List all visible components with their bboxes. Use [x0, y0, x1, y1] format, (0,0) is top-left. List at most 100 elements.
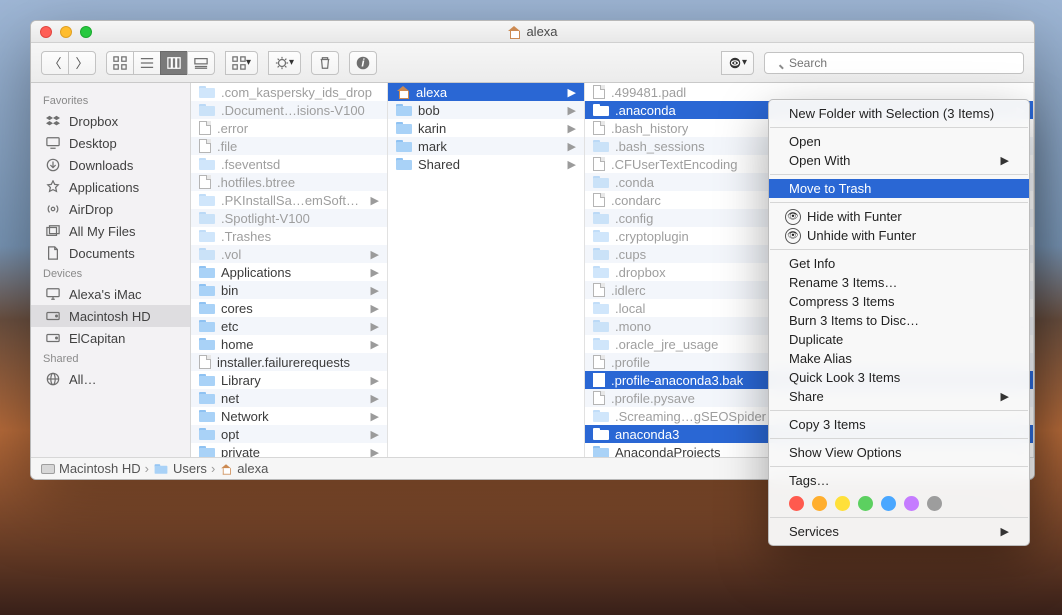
tag-color[interactable] [858, 496, 873, 511]
sidebar-item-all-my-files[interactable]: All My Files [31, 220, 190, 242]
search-input[interactable] [764, 52, 1024, 74]
menu-item-unhide-with-funter[interactable]: 👁Unhide with Funter [769, 226, 1029, 245]
file-icon [593, 373, 605, 387]
traffic-lights [40, 26, 92, 38]
funter-button[interactable]: ▾ [721, 51, 754, 75]
arrange-button[interactable]: ▾ [225, 51, 258, 75]
file-name: .profile [611, 355, 650, 370]
file-row[interactable]: etc▶ [191, 317, 387, 335]
close-button[interactable] [40, 26, 52, 38]
sidebar-item-elcapitan[interactable]: ElCapitan [31, 327, 190, 349]
file-name: .oracle_jre_usage [615, 337, 718, 352]
file-row[interactable]: alexa▶ [388, 83, 584, 101]
tag-color[interactable] [927, 496, 942, 511]
sidebar-item-desktop[interactable]: Desktop [31, 132, 190, 154]
file-row[interactable]: private▶ [191, 443, 387, 457]
file-row[interactable]: net▶ [191, 389, 387, 407]
forward-button[interactable]: 〉 [68, 51, 96, 75]
menu-item-services[interactable]: Services▶ [769, 522, 1029, 541]
back-button[interactable]: 〈 [41, 51, 69, 75]
sidebar-item-all-[interactable]: All… [31, 368, 190, 390]
sidebar-item-documents[interactable]: Documents [31, 242, 190, 264]
path-segment[interactable]: alexa [237, 461, 268, 476]
file-row[interactable]: .Spotlight-V100 [191, 209, 387, 227]
sidebar-item-applications[interactable]: Applications [31, 176, 190, 198]
tag-color[interactable] [835, 496, 850, 511]
column-1[interactable]: alexa▶bob▶karin▶mark▶Shared▶ [388, 83, 585, 457]
folder-icon [593, 446, 609, 457]
file-row[interactable]: Library▶ [191, 371, 387, 389]
file-row[interactable]: opt▶ [191, 425, 387, 443]
menu-item-tags[interactable]: Tags… [769, 471, 1029, 490]
menu-item-make-alias[interactable]: Make Alias [769, 349, 1029, 368]
menu-item-label: Hide with Funter [807, 209, 902, 224]
file-row[interactable]: Network▶ [191, 407, 387, 425]
icon-view-button[interactable] [106, 51, 134, 75]
zoom-button[interactable] [80, 26, 92, 38]
file-row[interactable]: .PKInstallSa…emSoftware▶ [191, 191, 387, 209]
file-row[interactable]: .error [191, 119, 387, 137]
file-row[interactable]: home▶ [191, 335, 387, 353]
list-view-button[interactable] [133, 51, 161, 75]
file-row[interactable]: cores▶ [191, 299, 387, 317]
sidebar-item-dropbox[interactable]: Dropbox [31, 110, 190, 132]
file-name: .cups [615, 247, 646, 262]
menu-item-open-with[interactable]: Open With▶ [769, 151, 1029, 170]
sidebar-item-alexa-s-imac[interactable]: Alexa's iMac [31, 283, 190, 305]
file-name: .bash_sessions [615, 139, 705, 154]
menu-item-get-info[interactable]: Get Info [769, 254, 1029, 273]
sidebar-item-downloads[interactable]: Downloads [31, 154, 190, 176]
menu-item-quick-look-3-items[interactable]: Quick Look 3 Items [769, 368, 1029, 387]
tag-color[interactable] [812, 496, 827, 511]
minimize-button[interactable] [60, 26, 72, 38]
file-name: .Screaming…gSEOSpider [615, 409, 766, 424]
column-0[interactable]: .com_kaspersky_ids_drop.Document…isions-… [191, 83, 388, 457]
menu-item-move-to-trash[interactable]: Move to Trash [769, 179, 1029, 198]
menu-item-compress-3-items[interactable]: Compress 3 Items [769, 292, 1029, 311]
file-row[interactable]: installer.failurerequests [191, 353, 387, 371]
trash-button[interactable] [311, 51, 339, 75]
menu-item-label: Duplicate [789, 332, 843, 347]
info-button[interactable]: i [349, 51, 377, 75]
menu-item-new-folder-with-selection-3-items[interactable]: New Folder with Selection (3 Items) [769, 104, 1029, 123]
sidebar-item-macintosh-hd[interactable]: Macintosh HD [31, 305, 190, 327]
path-segment[interactable]: Macintosh HD [59, 461, 141, 476]
file-row[interactable]: karin▶ [388, 119, 584, 137]
file-name: anaconda3 [615, 427, 679, 442]
file-row[interactable]: .file [191, 137, 387, 155]
network-icon [45, 371, 61, 387]
file-row[interactable]: bin▶ [191, 281, 387, 299]
sidebar-item-airdrop[interactable]: AirDrop [31, 198, 190, 220]
menu-item-copy-3-items[interactable]: Copy 3 Items [769, 415, 1029, 434]
tag-color[interactable] [904, 496, 919, 511]
file-row[interactable]: .vol▶ [191, 245, 387, 263]
action-button[interactable]: ▾ [268, 51, 301, 75]
file-row[interactable]: Applications▶ [191, 263, 387, 281]
file-row[interactable]: .Trashes [191, 227, 387, 245]
file-row[interactable]: .Document…isions-V100 [191, 101, 387, 119]
tag-color[interactable] [789, 496, 804, 511]
folder-icon [199, 302, 215, 314]
file-row[interactable]: bob▶ [388, 101, 584, 119]
coverflow-view-button[interactable] [187, 51, 215, 75]
menu-separator [770, 202, 1028, 203]
file-row[interactable]: .hotfiles.btree [191, 173, 387, 191]
file-row[interactable]: Shared▶ [388, 155, 584, 173]
file-row[interactable]: .com_kaspersky_ids_drop [191, 83, 387, 101]
file-row[interactable]: mark▶ [388, 137, 584, 155]
menu-item-open[interactable]: Open [769, 132, 1029, 151]
menu-item-burn-3-items-to-disc[interactable]: Burn 3 Items to Disc… [769, 311, 1029, 330]
menu-item-hide-with-funter[interactable]: 👁Hide with Funter [769, 207, 1029, 226]
tag-color[interactable] [881, 496, 896, 511]
sidebar-header: Favorites [31, 91, 190, 110]
menu-item-rename-3-items[interactable]: Rename 3 Items… [769, 273, 1029, 292]
menu-item-share[interactable]: Share▶ [769, 387, 1029, 406]
column-view-button[interactable] [160, 51, 188, 75]
folder-icon [199, 230, 215, 242]
file-name: bin [221, 283, 238, 298]
file-row[interactable]: .fseventsd [191, 155, 387, 173]
menu-item-show-view-options[interactable]: Show View Options [769, 443, 1029, 462]
path-segment[interactable]: Users [173, 461, 207, 476]
tag-color-row [769, 490, 1029, 513]
menu-item-duplicate[interactable]: Duplicate [769, 330, 1029, 349]
